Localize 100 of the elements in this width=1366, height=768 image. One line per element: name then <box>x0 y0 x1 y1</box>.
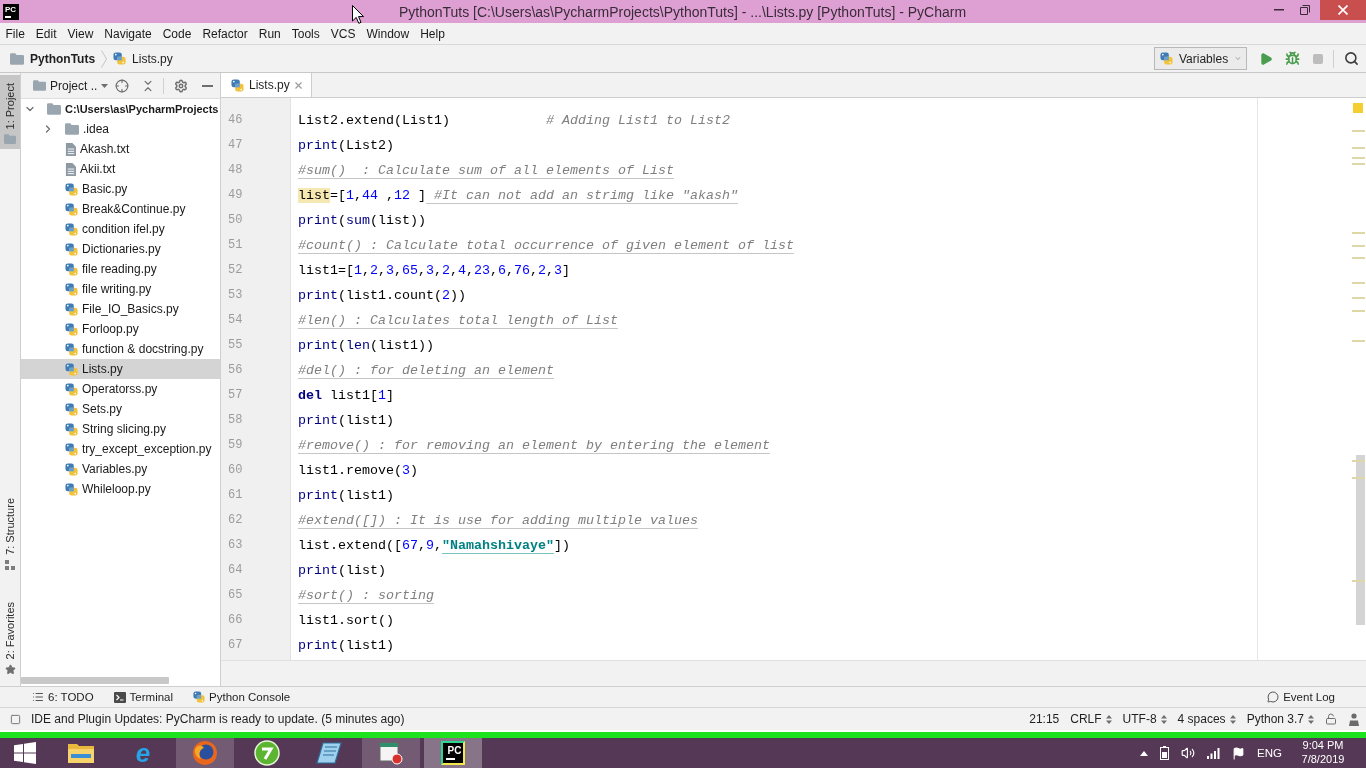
menu-item[interactable]: Help <box>414 23 451 44</box>
code-line: list1.remove(3) <box>298 462 418 480</box>
tool-window-button[interactable]: Event Log <box>1267 691 1335 703</box>
menu-item[interactable]: View <box>62 23 99 44</box>
tool-window-tab[interactable]: 2: Favorites <box>0 593 20 680</box>
code-line: #del() : for deleting an element <box>298 362 554 380</box>
taskbar-app[interactable] <box>362 738 420 768</box>
line-number: 59 <box>228 437 243 454</box>
breadcrumb[interactable]: PythonTuts <box>10 51 96 66</box>
menu-item[interactable]: VCS <box>325 23 361 44</box>
locate-button[interactable] <box>114 77 131 94</box>
python-file-icon <box>65 382 78 396</box>
code-line: #sum() : Calculate sum of all elements of List <box>298 162 674 180</box>
updown-arrows-icon <box>1160 714 1167 724</box>
python-file-icon <box>65 262 78 276</box>
clock-date[interactable]: 7/8/2019 <box>1301 752 1345 766</box>
square-icon[interactable] <box>10 713 21 725</box>
updown-arrows-icon <box>1308 714 1314 724</box>
signal-bars-icon[interactable] <box>1207 747 1221 759</box>
tool-window-tab[interactable]: 7: Structure <box>0 489 20 575</box>
python-file-icon <box>65 422 78 436</box>
mouse-pointer-icon <box>352 5 364 24</box>
tree-item[interactable]: Break&Continue.py <box>41 199 190 219</box>
close-button[interactable] <box>1320 0 1366 20</box>
tree-item[interactable]: Variables.py <box>41 459 152 479</box>
notepad-icon <box>316 742 342 764</box>
python-file-icon <box>231 78 244 92</box>
caret-up-icon[interactable] <box>1140 750 1149 756</box>
tree-item[interactable]: function & docstring.py <box>41 339 208 359</box>
menu-item[interactable]: Navigate <box>98 23 158 44</box>
lock-icon[interactable] <box>1325 713 1337 725</box>
python-file-icon <box>65 302 78 316</box>
tree-item[interactable]: Basic.py <box>41 179 132 199</box>
tool-window-tab[interactable]: 1: Project <box>0 75 20 150</box>
folder-icon <box>67 741 95 765</box>
status-item[interactable]: UTF-8 <box>1122 712 1167 726</box>
settings-icon <box>174 78 189 93</box>
menu-item[interactable]: Code <box>157 23 197 44</box>
breadcrumb[interactable]: Lists.py <box>113 51 173 66</box>
tree-item[interactable]: Lists.py <box>21 359 220 379</box>
tree-item[interactable]: try_except_exception.py <box>41 439 216 459</box>
tree-item[interactable]: file writing.py <box>41 279 156 299</box>
tree-item[interactable]: .idea <box>41 119 114 139</box>
tree-item[interactable]: C:\Users\as\PycharmProjects <box>23 99 220 119</box>
code-line: print(list1) <box>298 487 394 505</box>
tree-item[interactable]: file reading.py <box>41 259 161 279</box>
caret-icon <box>101 83 109 88</box>
line-number: 64 <box>228 562 243 579</box>
folder-icon <box>65 123 79 135</box>
code-line: print(len(list1)) <box>298 337 434 355</box>
tool-window-button[interactable]: Python Console <box>193 691 291 703</box>
tree-item[interactable]: condition ifel.py <box>41 219 169 239</box>
text-file-icon <box>65 162 76 176</box>
tree-item[interactable]: Sets.py <box>41 399 127 419</box>
code-line: list1=[1,2,3,65,3,2,4,23,6,76,2,3] <box>298 262 570 280</box>
taskbar-app[interactable]: e <box>114 738 172 768</box>
tool-window-button[interactable]: 6: TODO <box>32 691 94 703</box>
status-item[interactable]: CRLF <box>1070 712 1112 726</box>
settings-button[interactable] <box>173 77 190 94</box>
python-file-icon <box>65 282 78 296</box>
search-icon <box>1343 51 1359 66</box>
flag-icon[interactable] <box>1232 746 1246 760</box>
taskbar-app[interactable]: PC <box>424 738 482 768</box>
python-file-icon <box>1160 52 1173 65</box>
line-number: 60 <box>228 462 243 479</box>
status-item[interactable]: 4 spaces <box>1177 712 1236 726</box>
menu-item[interactable]: Tools <box>286 23 326 44</box>
folder-icon <box>47 103 61 115</box>
tree-item[interactable]: Akii.txt <box>41 159 120 179</box>
window-title: PythonTuts [C:\Users\as\PycharmProjects\PythonTuts] - ...\Lists.py [PythonTuts] - PyCharm <box>398 3 967 20</box>
line-number: 56 <box>228 362 243 379</box>
menu-item[interactable]: Run <box>253 23 287 44</box>
tree-item[interactable]: File_IO_Basics.py <box>41 299 183 319</box>
menu-item[interactable]: File <box>0 23 31 44</box>
menu-item[interactable]: Edit <box>30 23 63 44</box>
line-number: 52 <box>228 262 243 279</box>
tree-item[interactable]: Whileloop.py <box>41 479 155 499</box>
menu-item[interactable]: Window <box>360 23 415 44</box>
horizontal-scrollbar[interactable] <box>21 676 169 684</box>
python-file-icon <box>65 322 78 336</box>
volume-icon[interactable] <box>1181 746 1196 760</box>
tree-item[interactable]: Forloop.py <box>41 319 143 339</box>
menu-item[interactable]: Refactor <box>196 23 254 44</box>
status-item[interactable]: Python 3.7 <box>1246 712 1314 726</box>
clock-time[interactable]: 9:04 PM <box>1302 738 1344 752</box>
tool-window-button[interactable]: Terminal <box>113 691 174 703</box>
python-file-icon <box>65 462 78 476</box>
close-icon[interactable] <box>294 81 302 89</box>
status-item[interactable]: 21:15 <box>1029 712 1060 726</box>
tree-item[interactable]: String slicing.py <box>41 419 171 439</box>
input-language[interactable]: ENG <box>1257 747 1282 759</box>
status-message: IDE and Plugin Updates: PyCharm is ready to update. (5 minutes ago) <box>31 712 405 726</box>
bug-icon <box>1284 51 1300 66</box>
close-icon <box>1338 5 1348 15</box>
run-configuration-dropdown[interactable]: Variables <box>1154 47 1247 70</box>
battery-icon[interactable] <box>1160 746 1170 760</box>
editor-tab[interactable]: Lists.py <box>221 73 312 97</box>
tree-item[interactable]: Akash.txt <box>41 139 134 159</box>
tree-item[interactable]: Dictionaries.py <box>41 239 165 259</box>
tree-item[interactable]: Operatorss.py <box>41 379 162 399</box>
